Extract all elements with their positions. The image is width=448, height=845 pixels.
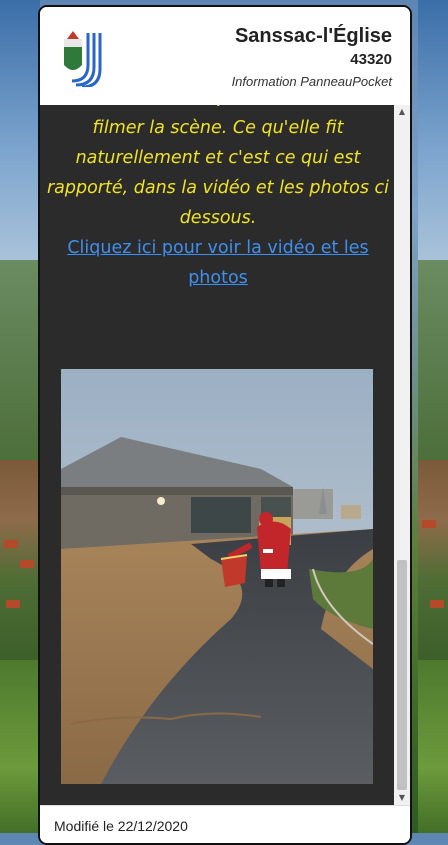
notice-card: Sanssac-l'Église 43320 Information Panne… <box>38 5 412 845</box>
video-link[interactable]: Cliquez ici pour voir la vidéo et les <box>40 233 396 263</box>
text-line: rapporté, dans la vidéo et les photos ci <box>46 178 390 198</box>
town-logo <box>64 31 102 87</box>
modified-date: Modifié le 22/12/2020 <box>54 818 188 834</box>
scroll-up-arrow-icon[interactable]: ▲ <box>394 105 410 119</box>
card-footer: Modifié le 22/12/2020 <box>40 805 410 843</box>
town-name: Sanssac-l'Église <box>234 25 392 47</box>
background-landscape-left <box>0 0 40 833</box>
text-line: filmer la scène. Ce qu'elle fit <box>92 118 344 138</box>
postcode: 43320 <box>350 51 392 68</box>
santa-photo <box>61 369 373 784</box>
scrollbar-thumb[interactable] <box>397 560 407 790</box>
notice-content[interactable]: · filmer la scène. Ce qu'elle fit nature… <box>40 105 396 805</box>
video-link-continued[interactable]: photos <box>40 263 396 293</box>
background-landscape-right <box>418 0 448 833</box>
info-source-label: Information PanneauPocket <box>231 74 392 89</box>
text-line: dessous. <box>179 208 257 228</box>
content-scrollbar[interactable]: ▲ ▼ <box>394 105 410 805</box>
card-header: Sanssac-l'Église 43320 Information Panne… <box>40 7 410 105</box>
scroll-down-arrow-icon[interactable]: ▼ <box>394 791 410 805</box>
text-line: naturellement et c'est ce qui est <box>75 148 361 168</box>
